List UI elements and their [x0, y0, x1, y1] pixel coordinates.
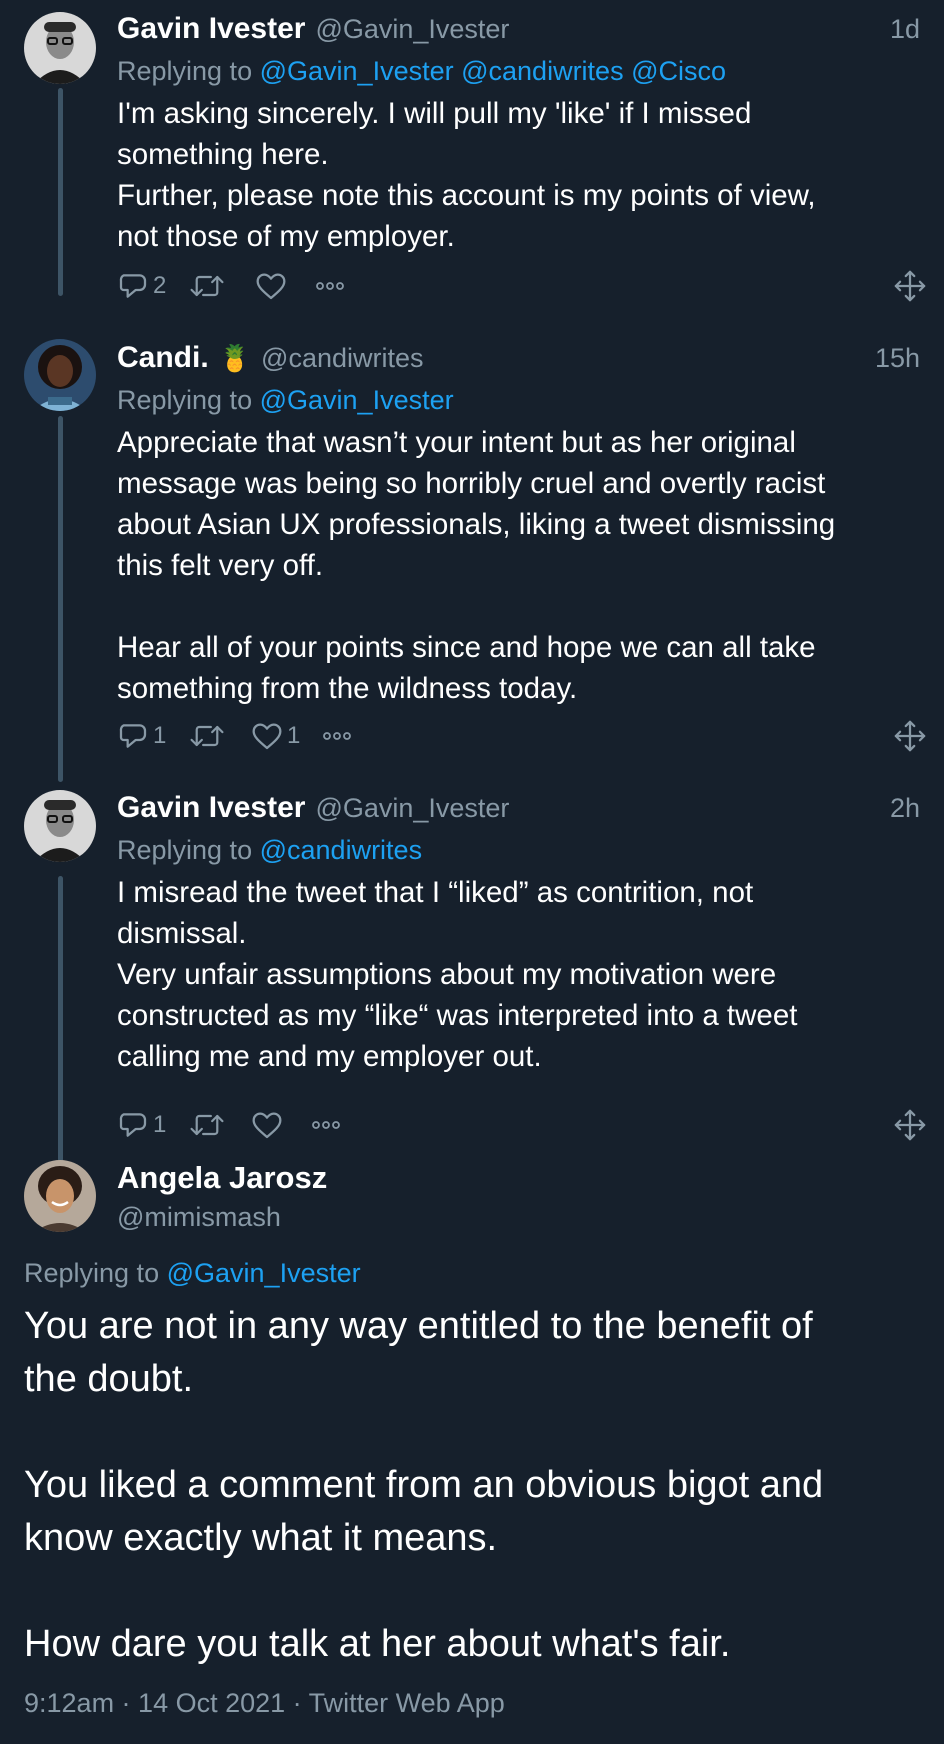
share-icon	[893, 719, 927, 753]
like-button[interactable]	[251, 1105, 283, 1145]
avatar[interactable]	[24, 339, 96, 411]
replying-to: Replying to @Gavin_Ivester @candiwrites …	[117, 56, 726, 87]
pineapple-icon: 🍍	[218, 343, 252, 373]
tweet-actions: 1 1	[117, 716, 927, 756]
tweet-text: I misread the tweet that I “liked” as co…	[117, 872, 927, 1077]
more-icon	[320, 720, 354, 752]
retweet-button[interactable]	[189, 1105, 225, 1145]
text-line: You are not in any way entitled to the b…	[24, 1305, 813, 1347]
reply-button[interactable]: 2	[117, 266, 166, 306]
tweet-actions: 2	[117, 266, 927, 306]
mention-link[interactable]: @candiwrites	[461, 56, 623, 86]
tweet-time[interactable]: 1d	[890, 14, 920, 45]
text-line: not those of my employer.	[117, 220, 455, 253]
text-line: know exactly what it means.	[24, 1517, 498, 1559]
mention-link[interactable]: @candiwrites	[260, 835, 422, 865]
replying-label: Replying to	[117, 835, 253, 865]
mention-link[interactable]: @Gavin_Ivester	[260, 385, 454, 415]
replying-label: Replying to	[24, 1258, 160, 1288]
tweet-text: Appreciate that wasn’t your intent but a…	[117, 422, 927, 709]
mention-link[interactable]: @Cisco	[631, 56, 726, 86]
replying-to: Replying to @Gavin_Ivester	[24, 1258, 361, 1289]
text-line: I misread the tweet that I “liked” as co…	[117, 876, 754, 909]
tweet-actions: 1	[117, 1105, 927, 1145]
author-handle[interactable]: @candiwrites	[261, 343, 423, 374]
text-line	[24, 1565, 924, 1618]
author-handle[interactable]: @Gavin_Ivester	[315, 793, 509, 824]
text-line: Very unfair assumptions about my motivat…	[117, 958, 777, 991]
share-button[interactable]	[893, 266, 927, 306]
like-count: 1	[287, 722, 301, 749]
mention-link[interactable]: @Gavin_Ivester	[167, 1258, 361, 1288]
tweet-text: You are not in any way entitled to the b…	[24, 1300, 924, 1671]
retweet-button[interactable]	[189, 716, 225, 756]
like-button[interactable]: 1	[251, 716, 300, 756]
tweet-time[interactable]: 2h	[890, 793, 920, 824]
text-line: the doubt.	[24, 1358, 194, 1400]
author-name[interactable]: Gavin Ivester	[117, 12, 305, 46]
more-icon	[313, 270, 347, 302]
more-icon	[309, 1109, 343, 1141]
reply-icon	[117, 270, 149, 302]
reply-count: 1	[153, 1111, 167, 1138]
replying-label: Replying to	[117, 385, 253, 415]
tweet-time[interactable]: 15h	[875, 343, 920, 374]
more-button[interactable]	[313, 266, 347, 306]
more-button[interactable]	[320, 716, 354, 756]
text-line: something here.	[117, 138, 329, 171]
avatar[interactable]	[24, 1160, 96, 1232]
text-line: Hear all of your points since and hope w…	[117, 631, 816, 664]
retweet-icon	[189, 270, 225, 302]
tweet[interactable]: Gavin Ivester @Gavin_Ivester 2h Replying…	[0, 778, 944, 1148]
text-line: Appreciate that wasn’t your intent but a…	[117, 426, 796, 459]
share-icon	[893, 269, 927, 303]
text-line: How dare you talk at her about what's fa…	[24, 1623, 731, 1665]
reply-button[interactable]: 1	[117, 716, 166, 756]
more-button[interactable]	[309, 1105, 343, 1145]
reply-count: 2	[153, 272, 167, 299]
replying-to: Replying to @candiwrites	[117, 835, 422, 866]
text-line: something from the wildness today.	[117, 672, 578, 705]
text-line: message was being so horribly cruel and …	[117, 467, 826, 500]
retweet-icon	[189, 720, 225, 752]
reply-count: 1	[153, 722, 167, 749]
tweet-text: I'm asking sincerely. I will pull my 'li…	[117, 93, 927, 257]
like-icon	[251, 720, 283, 752]
author-handle[interactable]: @mimismash	[117, 1202, 281, 1233]
retweet-button[interactable]	[189, 266, 225, 306]
text-line	[117, 586, 927, 627]
avatar[interactable]	[24, 790, 96, 862]
text-line: constructed as my “like“ was interpreted…	[117, 999, 798, 1032]
reply-icon	[117, 720, 149, 752]
like-icon	[251, 1109, 283, 1141]
tweet[interactable]: Gavin Ivester @Gavin_Ivester 1d Replying…	[0, 0, 944, 320]
share-icon	[893, 1108, 927, 1142]
author-handle[interactable]: @Gavin_Ivester	[315, 14, 509, 45]
like-button[interactable]	[255, 266, 287, 306]
retweet-icon	[189, 1109, 225, 1141]
replying-to: Replying to @Gavin_Ivester	[117, 385, 454, 416]
reply-icon	[117, 1109, 149, 1141]
text-line: about Asian UX professionals, liking a t…	[117, 508, 836, 541]
text-line: You liked a comment from an obvious bigo…	[24, 1464, 824, 1506]
text-line: Further, please note this account is my …	[117, 179, 816, 212]
text-line	[24, 1406, 924, 1459]
text-line: I'm asking sincerely. I will pull my 'li…	[117, 97, 752, 130]
text-line: dismissal.	[117, 917, 247, 950]
replying-label: Replying to	[117, 56, 253, 86]
text-line: calling me and my employer out.	[117, 1040, 542, 1073]
tweet[interactable]: Candi. 🍍 @candiwrites 15h Replying to @G…	[0, 328, 944, 778]
text-line: this felt very off.	[117, 549, 324, 582]
author-name[interactable]: Candi.	[117, 341, 209, 375]
share-button[interactable]	[893, 716, 927, 756]
mention-link[interactable]: @Gavin_Ivester	[260, 56, 454, 86]
share-button[interactable]	[893, 1105, 927, 1145]
author-name[interactable]: Angela Jarosz	[117, 1160, 327, 1196]
tweet-timestamp[interactable]: 9:12am · 14 Oct 2021 · Twitter Web App	[24, 1688, 505, 1719]
reply-button[interactable]: 1	[117, 1105, 166, 1145]
like-icon	[255, 270, 287, 302]
avatar[interactable]	[24, 12, 96, 84]
author-name[interactable]: Gavin Ivester	[117, 791, 305, 825]
